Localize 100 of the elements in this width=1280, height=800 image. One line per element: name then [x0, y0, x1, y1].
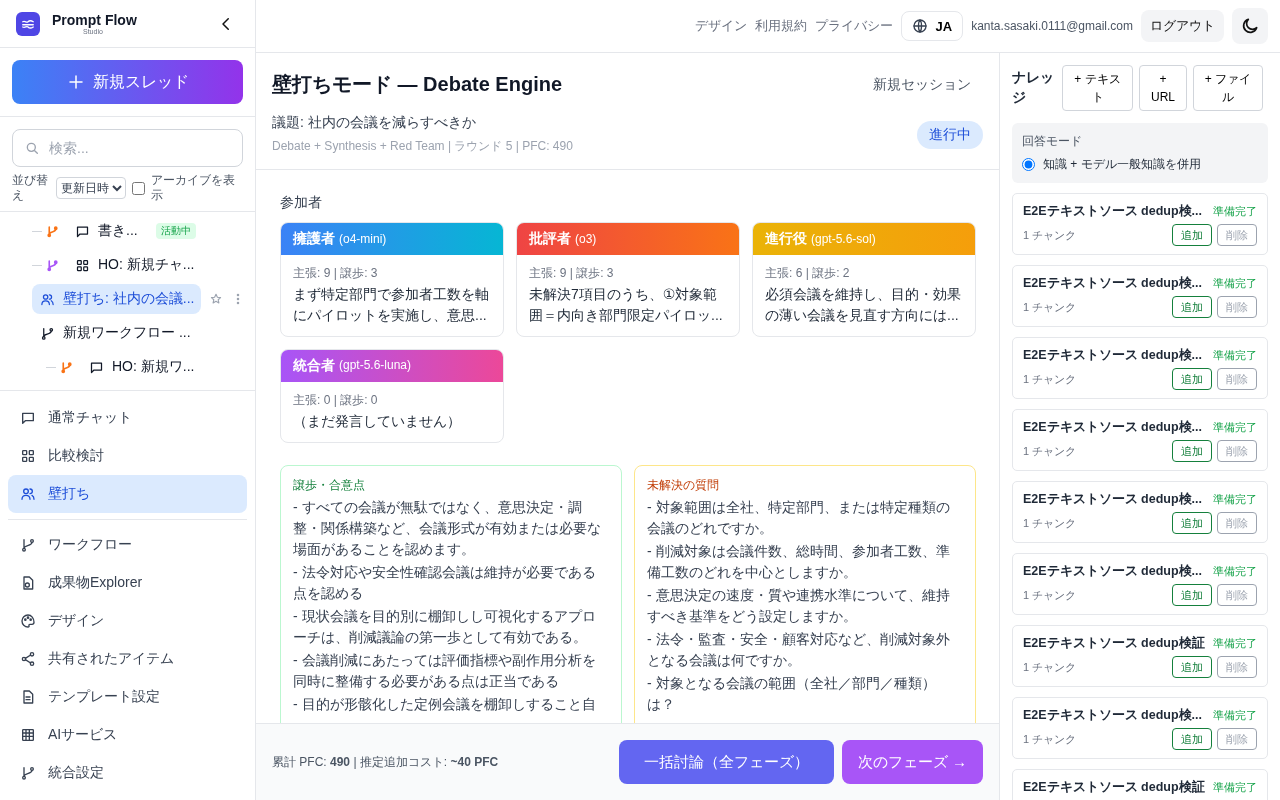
people-icon	[20, 486, 36, 502]
panel-title: 未解決の質問	[647, 477, 720, 494]
nav-item[interactable]: 通常チャット	[8, 399, 247, 437]
theme-toggle-button[interactable]	[1232, 8, 1268, 44]
palette-icon	[20, 613, 36, 629]
language-button[interactable]: JA	[900, 11, 964, 41]
add-source-button[interactable]: + ファイル	[1193, 65, 1263, 111]
nav-item[interactable]: 共有されたアイテム	[8, 640, 247, 678]
role-name: 批評者	[529, 229, 571, 249]
nav-item[interactable]: AIサービス	[8, 716, 247, 754]
add-source-button[interactable]: + テキスト	[1062, 65, 1133, 111]
role-name: 統合者	[293, 356, 335, 375]
header-link[interactable]: デザイン	[694, 17, 747, 35]
add-button[interactable]: 追加	[1172, 728, 1212, 750]
header-link[interactable]: 利用規約	[754, 17, 807, 35]
thread-item[interactable]: 書き...	[67, 216, 146, 246]
add-button[interactable]: 追加	[1172, 656, 1212, 678]
participant-summary: 必須会議を維持し、目的・効果の薄い会議を見直す方向には...	[765, 284, 962, 325]
participant-stats: 主張: 6 | 譲歩: 2	[765, 265, 851, 282]
participant-stats: 主張: 9 | 譲歩: 3	[529, 265, 615, 282]
add-button[interactable]: 追加	[1172, 440, 1212, 462]
run-all-button[interactable]: 一括討論（全フェーズ）	[618, 740, 834, 784]
chunk-count: 1 チャンク	[1023, 443, 1078, 459]
add-button[interactable]: 追加	[1172, 224, 1212, 246]
nav-item[interactable]: 壁打ち	[8, 475, 247, 513]
branch-icon	[20, 537, 36, 553]
app-name: Prompt Flow	[52, 12, 137, 28]
source-title: E2Eテキストソース dedup検...	[1023, 203, 1202, 220]
globe-icon	[911, 18, 928, 34]
document-icon	[20, 689, 36, 705]
new-thread-button[interactable]: 新規スレッド	[12, 60, 243, 104]
model-name: (gpt-5.6-sol)	[811, 230, 876, 248]
list-item: - 法令・監査・安全・顧客対応など、削減対象外となる会議は何ですか。	[647, 630, 951, 671]
chat-bubble-icon	[89, 359, 104, 375]
source-status: 準備完了	[1213, 780, 1257, 795]
page-title: 壁打ちモード — Debate Engine	[272, 72, 563, 97]
participant-stats: 主張: 9 | 譲歩: 3	[293, 265, 379, 282]
chunk-count: 1 チャンク	[1023, 515, 1078, 531]
source-status: 準備完了	[1213, 564, 1257, 579]
panel-title: 譲歩・合意点	[293, 477, 366, 494]
list-item: - 削減対象は会議件数、総時間、参加者工数、準備工数のどれを中心としますか。	[647, 542, 951, 583]
sort-label: 並び替え	[12, 173, 49, 203]
thread-item[interactable]: 壁打ち: 社内の会議...	[32, 284, 201, 314]
search-field[interactable]: 検索...	[12, 129, 243, 167]
list-item: - 対象範囲は全社、特定部門、または特定種類の会議のどれですか。	[647, 498, 951, 539]
nav-item[interactable]: テンプレート設定	[8, 678, 247, 716]
app-logo-icon	[16, 11, 40, 36]
chat-bubble-icon	[20, 410, 36, 426]
thread-item[interactable]: HO: 新規チャ...	[67, 250, 203, 280]
add-button[interactable]: 追加	[1172, 584, 1212, 606]
chunk-count: 1 チャンク	[1023, 227, 1078, 243]
add-button[interactable]: 追加	[1172, 512, 1212, 534]
sort-dropdown[interactable]: 更新日時	[56, 177, 126, 199]
thread-item[interactable]: HO: 新規ワ...	[81, 352, 203, 382]
source-title: E2Eテキストソース dedup検...	[1023, 347, 1202, 364]
section-label: 参加者	[280, 194, 323, 212]
source-title: E2Eテキストソース dedup検証	[1023, 779, 1205, 796]
moon-icon	[1240, 16, 1260, 36]
source-title: E2Eテキストソース dedup検...	[1023, 707, 1202, 724]
branch-icon	[20, 765, 36, 781]
session-meta: Debate + Synthesis + Red Team | ラウンド 5 | PFC: 490	[272, 138, 573, 155]
archive-label: アーカイブを表示	[151, 173, 236, 203]
list-item: - すべての会議が無駄ではなく、意思決定・調整・関係構築など、会議形式が有効または必要な場面があることを認めます。	[293, 498, 602, 560]
source-title: E2Eテキストソース dedup検...	[1023, 491, 1202, 508]
logout-button[interactable]: ログアウト	[1141, 10, 1224, 42]
thread-item[interactable]: 新規ワークフロー ...	[32, 318, 199, 348]
chunk-count: 1 チャンク	[1023, 299, 1078, 315]
chunk-count: 1 チャンク	[1023, 731, 1078, 747]
nav-item[interactable]: ワークフロー	[8, 526, 247, 564]
mode-radio[interactable]	[1022, 158, 1035, 171]
radio-label: 知識 + モデル一般知識を併用	[1043, 156, 1201, 173]
model-name: (gpt-5.6-luna)	[339, 357, 412, 375]
list-item: - 会議削減にあたっては評価指標や副作用分析を同時に整備する必要がある点は正当である	[293, 651, 597, 692]
next-phase-button[interactable]: 次のフェーズ →	[841, 740, 983, 784]
role-name: 進行役	[765, 229, 807, 249]
list-item: - 対象となる会議の範囲（全社／部門／種類）は？	[647, 674, 937, 715]
add-button[interactable]: 追加	[1172, 368, 1212, 390]
add-source-button[interactable]: + URL	[1139, 65, 1187, 111]
nav-item[interactable]: デザイン	[8, 602, 247, 640]
nav-item[interactable]: 統合設定	[8, 754, 247, 792]
table-icon	[20, 727, 36, 743]
source-title: E2Eテキストソース dedup検...	[1023, 275, 1202, 292]
source-status: 準備完了	[1213, 636, 1257, 651]
chunk-count: 1 チャンク	[1023, 371, 1078, 387]
plus-icon	[66, 73, 85, 91]
status-badge: 進行中	[917, 120, 983, 149]
header-link[interactable]: プライバシー	[814, 17, 893, 35]
participant-summary: 未解決7項目のうち、①対象範囲＝内向き部門限定パイロッ...	[529, 284, 724, 325]
branch-icon	[40, 325, 55, 341]
source-status: 準備完了	[1213, 420, 1257, 435]
chat-bubble-icon	[75, 223, 90, 239]
nav-item[interactable]: 比較検討	[8, 437, 247, 475]
source-title: E2Eテキストソース dedup検証	[1023, 635, 1205, 652]
user-email: kanta.sasaki.0111@gmail.com	[971, 19, 1133, 33]
archive-checkbox[interactable]	[132, 181, 145, 195]
nav-item[interactable]: 成果物Explorer	[8, 564, 247, 602]
add-button[interactable]: 追加	[1172, 296, 1212, 318]
new-session-button[interactable]: 新規セッション	[861, 75, 983, 94]
star-icon	[209, 292, 223, 306]
participant-summary: まず特定部門で参加者工数を軸にパイロットを実施し、意思...	[293, 284, 490, 325]
